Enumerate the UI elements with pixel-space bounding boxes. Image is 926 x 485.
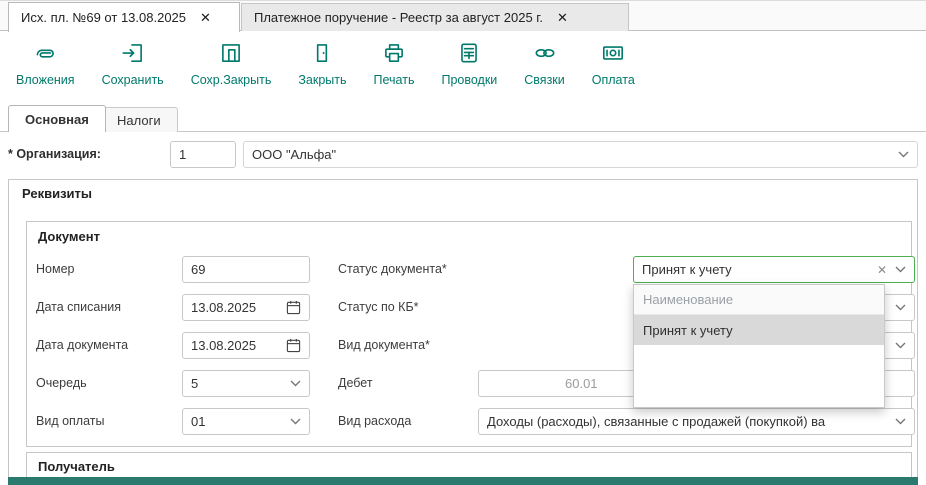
document-title: Документ (36, 229, 102, 244)
postings-button[interactable]: Проводки (441, 40, 497, 87)
links-button[interactable]: Связки (524, 40, 564, 87)
organization-name-value: ООО "Альфа" (252, 147, 890, 162)
close-tab-icon[interactable]: ✕ (200, 10, 211, 26)
debit-date-input[interactable]: 13.08.2025 (182, 294, 310, 321)
save-label: Сохранить (102, 73, 164, 87)
postings-label: Проводки (441, 73, 497, 87)
payment-type-label: Вид оплаты (36, 414, 105, 428)
dropdown-column-header: Наименование (634, 285, 884, 315)
expense-kind-label: Вид расхода (338, 414, 411, 428)
links-icon (532, 40, 558, 69)
number-input[interactable]: 69 (182, 256, 310, 283)
save-button[interactable]: Сохранить (102, 40, 164, 87)
debit-date-value: 13.08.2025 (191, 300, 286, 315)
save-icon (120, 40, 146, 69)
expense-kind-value: Доходы (расходы), связанные с продажей (… (487, 414, 887, 429)
chevron-down-icon[interactable] (895, 304, 906, 311)
window-tab-label: Платежное поручение - Реестр за август 2… (254, 10, 543, 25)
expense-kind-select[interactable]: Доходы (расходы), связанные с продажей (… (478, 408, 915, 435)
close-button[interactable]: Закрыть (298, 40, 346, 87)
chevron-down-icon[interactable] (895, 266, 906, 273)
attachments-button[interactable]: Вложения (16, 40, 75, 87)
chevron-down-icon[interactable] (895, 418, 906, 425)
save-close-label: Сохр.Закрыть (191, 73, 272, 87)
payment-type-select[interactable]: 01 (182, 408, 310, 435)
doc-date-value: 13.08.2025 (191, 338, 286, 353)
organization-code-input[interactable]: 1 (170, 141, 236, 168)
door-close-icon (309, 40, 335, 69)
postings-icon (456, 40, 482, 69)
clear-icon[interactable]: ✕ (877, 263, 887, 277)
close-label: Закрыть (298, 73, 346, 87)
debit-label: Дебет (338, 376, 373, 390)
doc-date-input[interactable]: 13.08.2025 (182, 332, 310, 359)
number-label: Номер (36, 262, 74, 276)
window-tab-bar: Исх. пл. №69 от 13.08.2025 ✕ Платежное п… (0, 0, 926, 31)
queue-label: Очередь (36, 376, 87, 390)
attachments-icon (32, 40, 58, 69)
doc-status-value: Принят к учету (642, 262, 869, 277)
doc-status-label: Статус документа* (338, 262, 447, 276)
organization-code-value: 1 (179, 147, 227, 162)
doc-date-label: Дата документа (36, 338, 128, 352)
save-close-icon (218, 40, 244, 69)
attachments-label: Вложения (16, 73, 75, 87)
print-icon (381, 40, 407, 69)
requisites-title: Реквизиты (20, 186, 94, 201)
table-header-strip (8, 477, 918, 485)
payment-label: Оплата (592, 73, 635, 87)
doc-status-select[interactable]: Принят к учету ✕ (633, 256, 915, 283)
save-close-button[interactable]: Сохр.Закрыть (191, 40, 272, 87)
calendar-icon[interactable] (286, 338, 301, 353)
tab-main[interactable]: Основная (8, 105, 106, 132)
chevron-down-icon[interactable] (895, 342, 906, 349)
payment-icon (600, 40, 626, 69)
chevron-down-icon[interactable] (898, 151, 909, 158)
organization-label: * Организация: (8, 147, 101, 161)
number-value: 69 (191, 262, 301, 277)
status-dropdown-panel: Наименование Принят к учету (633, 284, 885, 408)
payment-button[interactable]: Оплата (592, 40, 635, 87)
recipient-title: Получатель (36, 459, 117, 474)
print-label: Печать (374, 73, 415, 87)
debit-date-label: Дата списания (36, 300, 121, 314)
dropdown-item-accepted[interactable]: Принят к учету (634, 315, 884, 345)
queue-select[interactable]: 5 (182, 370, 310, 397)
window-tab-label: Исх. пл. №69 от 13.08.2025 (21, 10, 186, 25)
tab-taxes[interactable]: Налоги (100, 107, 178, 132)
kb-status-label: Статус по КБ* (338, 300, 419, 314)
queue-value: 5 (191, 376, 282, 391)
form-tab-bar: Основная Налоги (0, 104, 926, 132)
chevron-down-icon[interactable] (290, 418, 301, 425)
payment-type-value: 01 (191, 414, 282, 429)
payment-order-window: Исх. пл. №69 от 13.08.2025 ✕ Платежное п… (0, 0, 926, 485)
organization-select[interactable]: ООО "Альфа" (243, 141, 918, 168)
close-tab-icon[interactable]: ✕ (557, 10, 568, 26)
print-button[interactable]: Печать (374, 40, 415, 87)
doc-kind-label: Вид документа* (338, 338, 430, 352)
toolbar: Вложения Сохранить Сохр.Закрыть Закрыть … (0, 32, 926, 110)
links-label: Связки (524, 73, 564, 87)
window-tab-register[interactable]: Платежное поручение - Реестр за август 2… (241, 3, 629, 31)
chevron-down-icon[interactable] (290, 380, 301, 387)
window-tab-outgoing-payment[interactable]: Исх. пл. №69 от 13.08.2025 ✕ (8, 2, 240, 32)
calendar-icon[interactable] (286, 300, 301, 315)
